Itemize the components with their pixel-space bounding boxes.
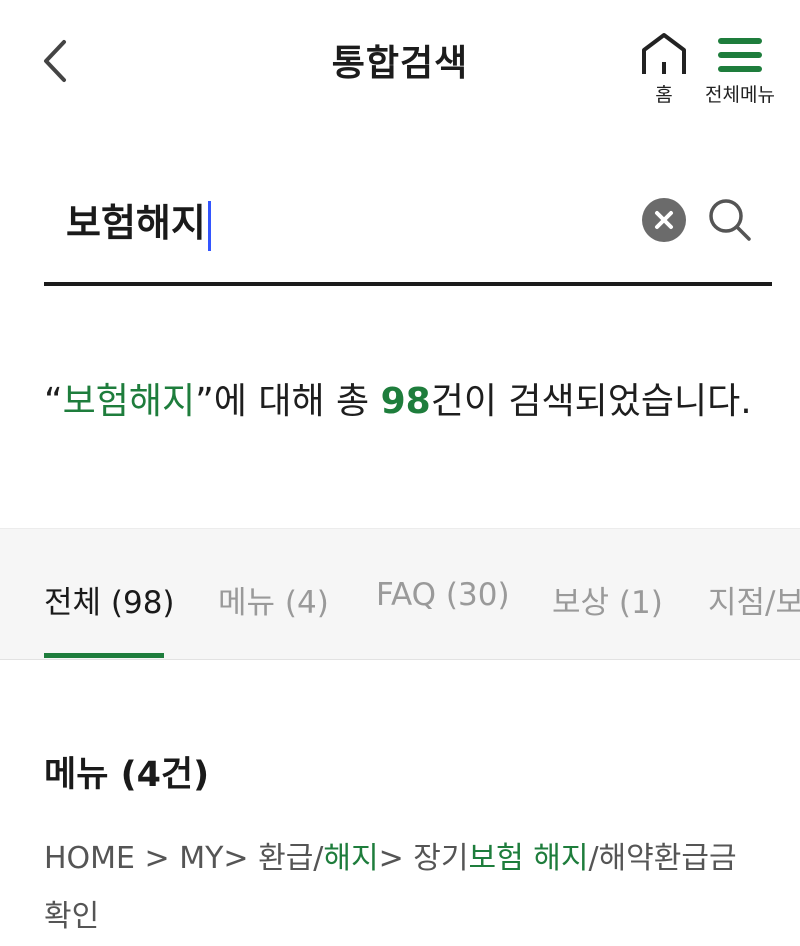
path-highlight: 보험 해지 [468,841,589,876]
path-part: /해약환급금 [588,841,737,876]
open-quote: “ [44,381,63,422]
text-caret [207,200,211,251]
summary-tail: 건이 검색되었습니다. [430,381,752,422]
result-count: 98 [380,381,431,422]
home-icon [642,33,686,74]
summary-mid: ”에 대해 총 [195,381,381,422]
active-tab-indicator [44,653,164,658]
menu-section-title: 메뉴 (4건) [44,755,210,795]
full-menu-button[interactable]: 전체메뉴 [700,32,780,112]
path-part: > 장기 [378,841,469,876]
search-icon [709,199,751,241]
tab-faq[interactable]: FAQ (30) [376,577,510,613]
tab-compensation[interactable]: 보상 (1) [552,577,663,622]
summary-keyword: 보험해지 [62,381,196,422]
tab-branch[interactable]: 지점/보 [708,577,800,622]
tab-menu[interactable]: 메뉴 (4) [218,577,329,622]
result-summary: “보험해지”에 대해 총 98건이 검색되었습니다. [44,372,752,424]
clear-button[interactable] [642,198,686,242]
menu-result-item[interactable]: HOME > MY> 환급/해지> 장기보험 해지/해약환급금확인 [44,830,744,946]
hamburger-menu-icon [718,38,762,80]
tab-all[interactable]: 전체 (98) [44,577,175,622]
search-input[interactable]: 보험해지 [66,192,211,251]
search-bar: 보험해지 [44,168,772,286]
search-button[interactable] [706,196,754,244]
full-menu-label: 전체메뉴 [705,84,775,106]
category-tabs: 전체 (98) 메뉴 (4) FAQ (30) 보상 (1) 지점/보 [0,528,800,660]
path-part: 확인 [44,899,100,934]
path-highlight: 해지 [323,841,379,876]
search-input-value: 보험해지 [66,201,206,245]
path-part: HOME > MY> 환급/ [44,841,324,876]
header: 통합검색 홈 전체메뉴 [0,0,800,120]
clear-icon [655,211,673,229]
